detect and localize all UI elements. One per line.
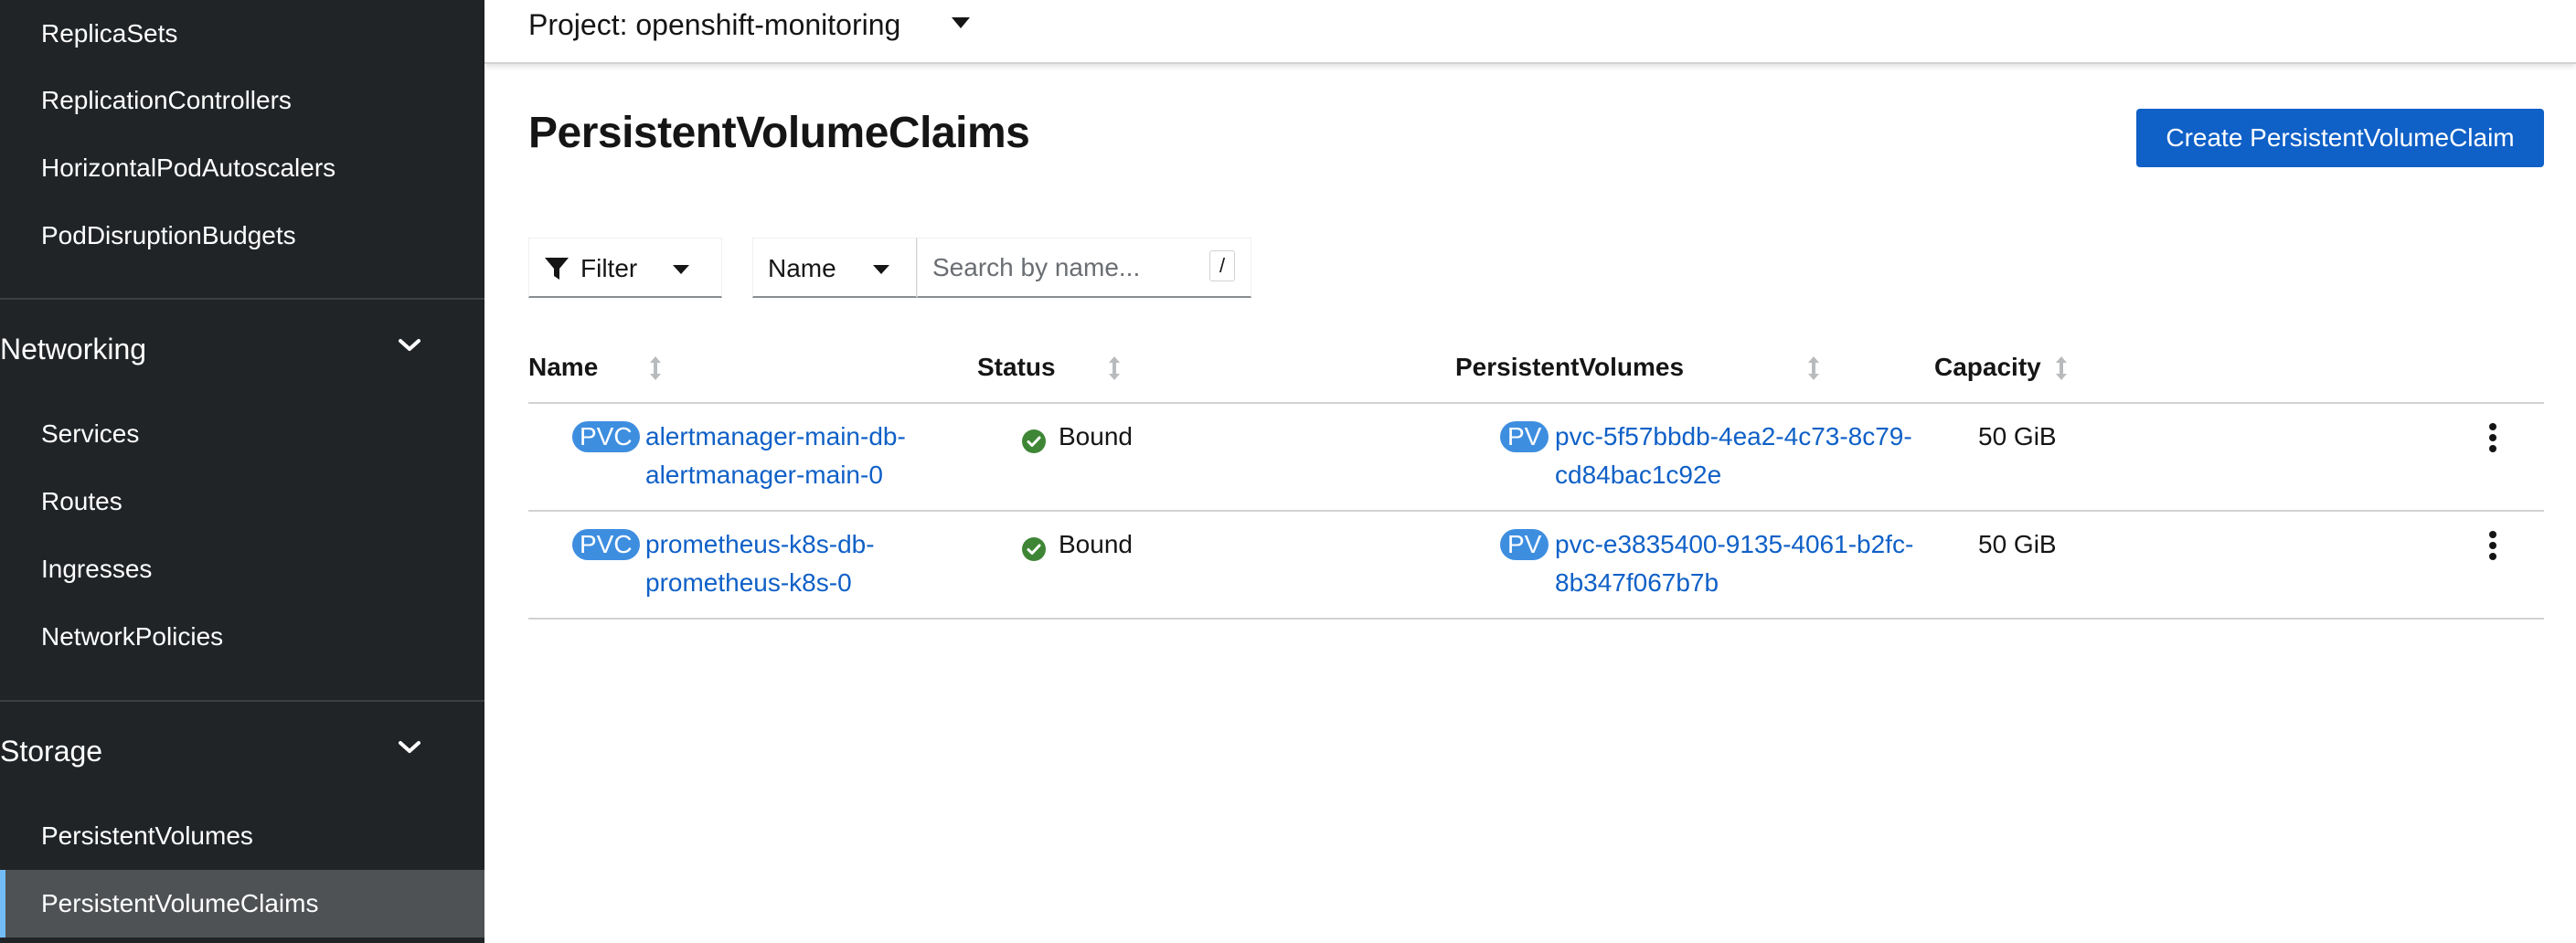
status-text: Bound (1059, 530, 1133, 558)
sidebar-item-label: Services (41, 419, 140, 448)
pv-badge: PV (1500, 529, 1549, 560)
pv-name-link[interactable]: pvc-5f57bbdb-4ea2-4c73-8c79- cd84bac1c92… (1555, 418, 1912, 494)
chevron-down-icon (399, 715, 424, 788)
search-shortcut-hint: / (1209, 250, 1235, 281)
sidebar-item-persistentvolumes[interactable]: PersistentVolumes (0, 806, 484, 866)
sidebar-item-routes[interactable]: Routes (0, 472, 484, 532)
pv-name-link[interactable]: pvc-e3835400-9135-4061-b2fc- 8b347f067b7… (1555, 525, 1913, 602)
sidebar-item-poddisruptionbudgets[interactable]: PodDisruptionBudgets (0, 206, 484, 266)
main-content: Project: openshift-monitoring Persistent… (484, 0, 2576, 943)
sidebar-item-label: PodDisruptionBudgets (41, 221, 296, 249)
sidebar-item-networkpolicies[interactable]: NetworkPolicies (0, 607, 484, 667)
sidebar-item-label: Ingresses (41, 555, 153, 583)
filter-icon (544, 256, 569, 286)
name-filter-select[interactable]: Name (752, 238, 917, 298)
caret-down-icon (672, 263, 690, 280)
sidebar-item-services[interactable]: Services (0, 404, 484, 464)
project-label: Project: openshift-monitoring (528, 8, 901, 41)
pv-badge: PV (1500, 421, 1549, 452)
name-select-label: Name (768, 254, 836, 282)
sidebar-item-replicasets[interactable]: ReplicaSets (0, 4, 484, 64)
pvc-badge: PVC (572, 529, 640, 560)
nav-divider (0, 700, 484, 702)
capacity-cell: 50 GiB (1978, 530, 2057, 558)
sidebar-item-persistentvolumeclaims[interactable]: PersistentVolumeClaims (0, 870, 484, 938)
column-header-label: Status (977, 353, 1056, 381)
column-header-capacity[interactable]: Capacity (1934, 331, 2041, 404)
caret-down-icon (872, 263, 890, 280)
caret-down-icon[interactable] (951, 16, 971, 34)
pvc-name-link[interactable]: alertmanager-main-db- alertmanager-main-… (645, 418, 906, 494)
filter-dropdown[interactable]: Filter (528, 238, 722, 298)
sidebar-item-label: PersistentVolumes (41, 821, 253, 850)
status-cell: Bound (1022, 525, 1205, 564)
sort-icon[interactable] (649, 356, 662, 385)
status-cell: Bound (1022, 418, 1205, 456)
nav-divider (0, 298, 484, 300)
sidebar-item-label: NetworkPolicies (41, 622, 224, 651)
nav-section-networking[interactable]: Networking (0, 313, 484, 386)
kebab-icon[interactable] (2484, 527, 2502, 564)
pvc-name-line: prometheus-k8s-db- (645, 530, 875, 558)
page-title: PersistentVolumeClaims (528, 109, 1030, 157)
nav-section-label: Networking (0, 333, 147, 366)
filter-label: Filter (580, 254, 638, 282)
kebab-icon[interactable] (2484, 419, 2502, 456)
pvc-name-link[interactable]: prometheus-k8s-db- prometheus-k8s-0 (645, 525, 875, 602)
column-header-label: Capacity (1934, 353, 2041, 381)
column-header-status[interactable]: Status (977, 331, 1056, 404)
sidebar-item-label: PersistentVolumeClaims (41, 889, 319, 917)
sidebar-item-label: ReplicaSets (41, 19, 178, 48)
pvc-name-line: alertmanager-main-db- (645, 422, 906, 450)
sidebar-item-label: Routes (41, 487, 122, 515)
project-selector[interactable]: Project: openshift-monitoring (528, 0, 900, 49)
pv-name-line: pvc-e3835400-9135-4061-b2fc- (1555, 530, 1914, 558)
chevron-down-icon (399, 313, 424, 386)
pvc-name-line: alertmanager-main-0 (645, 461, 883, 489)
sidebar-item-replicationcontrollers[interactable]: ReplicationControllers (0, 70, 484, 131)
app: ReplicaSets ReplicationControllers Horiz… (0, 0, 2576, 943)
check-circle-icon (1022, 534, 1046, 572)
nav-section-storage[interactable]: Storage (0, 715, 484, 788)
nav-section-label: Storage (0, 735, 103, 768)
sidebar-item-ingresses[interactable]: Ingresses (0, 539, 484, 599)
header-divider (528, 402, 2544, 404)
row-divider (528, 618, 2544, 620)
pv-name-line: cd84bac1c92e (1555, 461, 1722, 489)
status-text: Bound (1059, 422, 1133, 450)
search-box (917, 238, 1251, 298)
pvc-badge: PVC (572, 421, 640, 452)
pv-name-line: pvc-5f57bbdb-4ea2-4c73-8c79- (1555, 422, 1912, 450)
row-divider (528, 510, 2544, 512)
sidebar-item-horizontalpodautoscalers[interactable]: HorizontalPodAutoscalers (0, 138, 484, 198)
sort-icon[interactable] (1807, 356, 1820, 385)
sort-icon[interactable] (1108, 356, 1121, 385)
sidebar-item-label: ReplicationControllers (41, 86, 292, 114)
column-header-label: Name (528, 353, 599, 381)
sort-icon[interactable] (2055, 356, 2068, 385)
column-header-persistentvolumes[interactable]: PersistentVolumes (1455, 331, 1684, 404)
sidebar-nav: ReplicaSets ReplicationControllers Horiz… (0, 0, 484, 943)
project-bar: Project: openshift-monitoring (484, 0, 2576, 64)
column-header-label: PersistentVolumes (1455, 353, 1685, 381)
column-header-name[interactable]: Name (528, 331, 598, 404)
pvc-name-line: prometheus-k8s-0 (645, 568, 852, 597)
search-input[interactable] (918, 238, 1208, 297)
pv-name-line: 8b347f067b7b (1555, 568, 1719, 597)
sidebar-item-label: HorizontalPodAutoscalers (41, 154, 336, 182)
check-circle-icon (1022, 426, 1046, 464)
create-pvc-button[interactable]: Create PersistentVolumeClaim (2136, 109, 2544, 167)
capacity-cell: 50 GiB (1978, 422, 2057, 450)
